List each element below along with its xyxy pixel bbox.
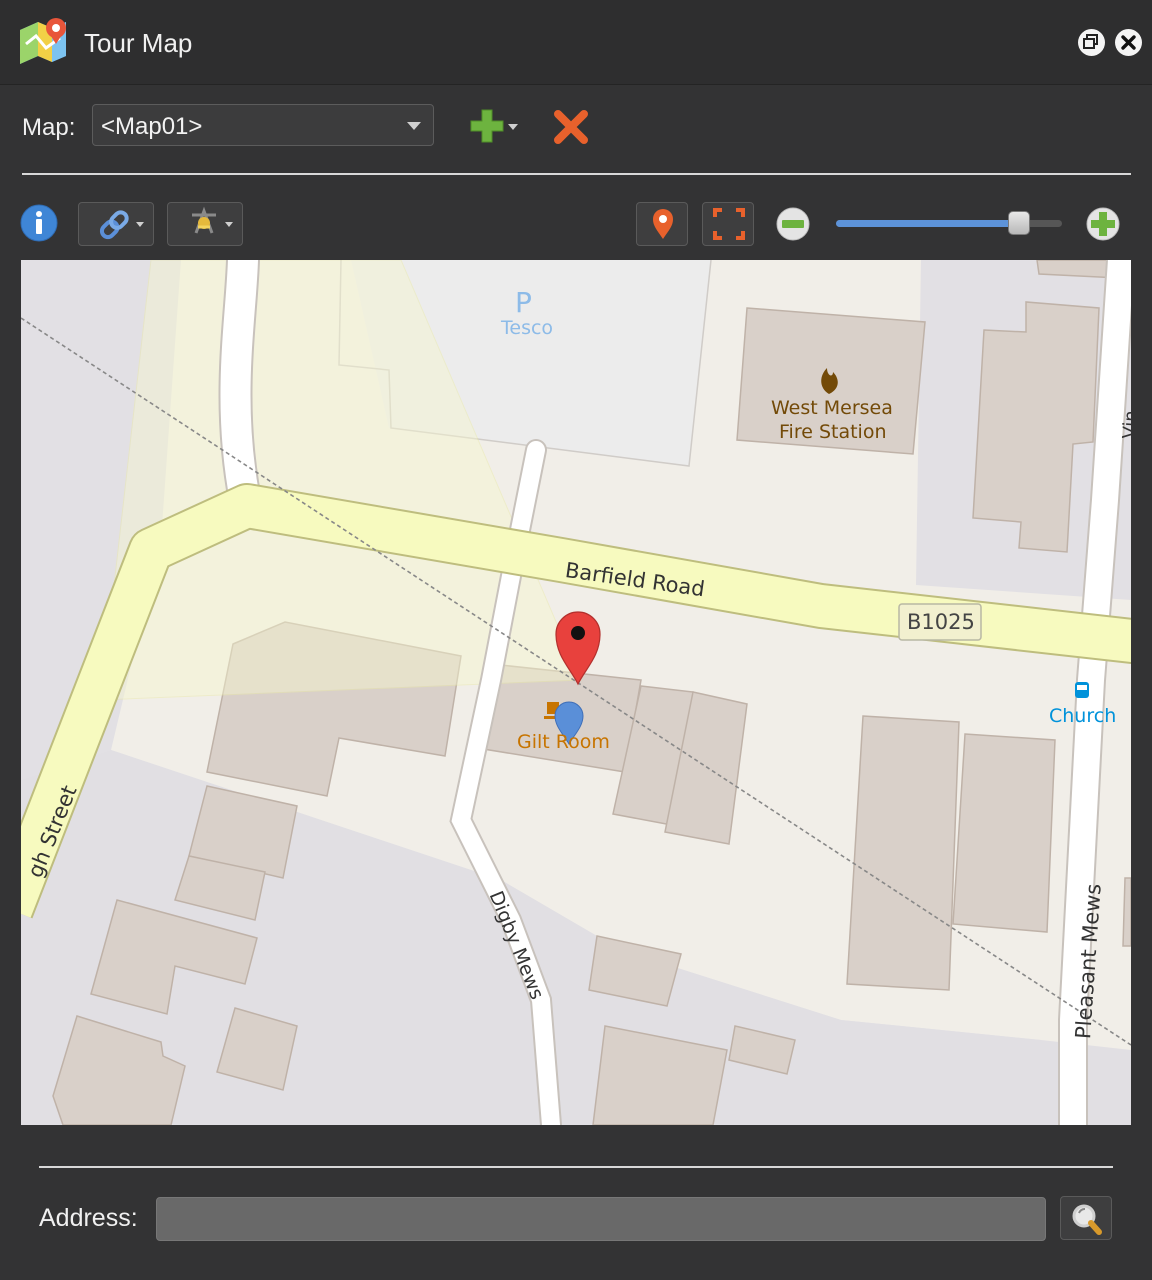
address-label: Address:: [39, 1204, 138, 1232]
close-icon: [1121, 35, 1136, 50]
add-map-button[interactable]: [468, 106, 524, 148]
place-pin-button[interactable]: [636, 202, 688, 246]
zoom-in-button[interactable]: [1086, 207, 1120, 241]
delete-x-icon: [554, 110, 588, 144]
search-address-button[interactable]: [1060, 1196, 1112, 1240]
map-toolbar: [0, 198, 1152, 250]
window-title: Tour Map: [84, 28, 193, 58]
map-pin-icon: [653, 209, 673, 239]
zoom-slider-fill: [836, 220, 1020, 227]
tesco-label: Tesco: [501, 317, 554, 339]
link-icon: [99, 210, 144, 240]
compass-icon: [192, 206, 233, 234]
tour-map-app-icon: [20, 18, 66, 64]
road-ref-label: B1025: [907, 610, 975, 634]
plus-circle-icon: [1086, 207, 1120, 241]
plus-icon: [470, 109, 518, 143]
minus-circle-icon: [776, 207, 810, 241]
parking-symbol-label: P: [515, 286, 532, 319]
chevron-down-icon: [407, 122, 421, 130]
map-select-value: <Map01>: [101, 113, 203, 140]
close-window-button[interactable]: [1115, 29, 1142, 56]
restore-icon: [1083, 34, 1098, 49]
compass-menu-button[interactable]: [167, 202, 243, 246]
divider: [22, 173, 1131, 175]
vine-road-label: Vin: [1119, 409, 1131, 440]
bus-stop-icon: [1075, 682, 1089, 698]
fullscreen-icon: [713, 208, 745, 240]
fit-to-view-button[interactable]: [702, 202, 754, 246]
zoom-slider[interactable]: [836, 211, 1062, 235]
restore-window-button[interactable]: [1078, 29, 1105, 56]
address-input[interactable]: [156, 1197, 1046, 1241]
zoom-slider-thumb[interactable]: [1008, 211, 1031, 235]
delete-map-button[interactable]: [550, 106, 592, 148]
link-menu-button[interactable]: [78, 202, 154, 246]
fire-station-label-line1: West Mersea: [771, 397, 893, 419]
info-button[interactable]: [20, 204, 58, 242]
fire-station-label-line2: Fire Station: [779, 421, 887, 443]
map-select-dropdown[interactable]: <Map01>: [92, 104, 434, 146]
map-canvas[interactable]: [21, 260, 1131, 1125]
info-icon: [20, 204, 58, 242]
map-label: Map:: [22, 114, 76, 141]
map-selector-row: Map: <Map01>: [0, 100, 1152, 156]
map-view[interactable]: P Tesco West Mersea Fire Station Barfiel…: [21, 260, 1131, 1125]
gilt-room-label: Gilt Room: [517, 731, 610, 753]
zoom-out-button[interactable]: [776, 207, 810, 241]
church-label: Church: [1049, 705, 1117, 727]
search-icon: [1072, 1204, 1102, 1235]
title-bar: Tour Map: [0, 0, 1152, 85]
divider: [39, 1166, 1113, 1168]
